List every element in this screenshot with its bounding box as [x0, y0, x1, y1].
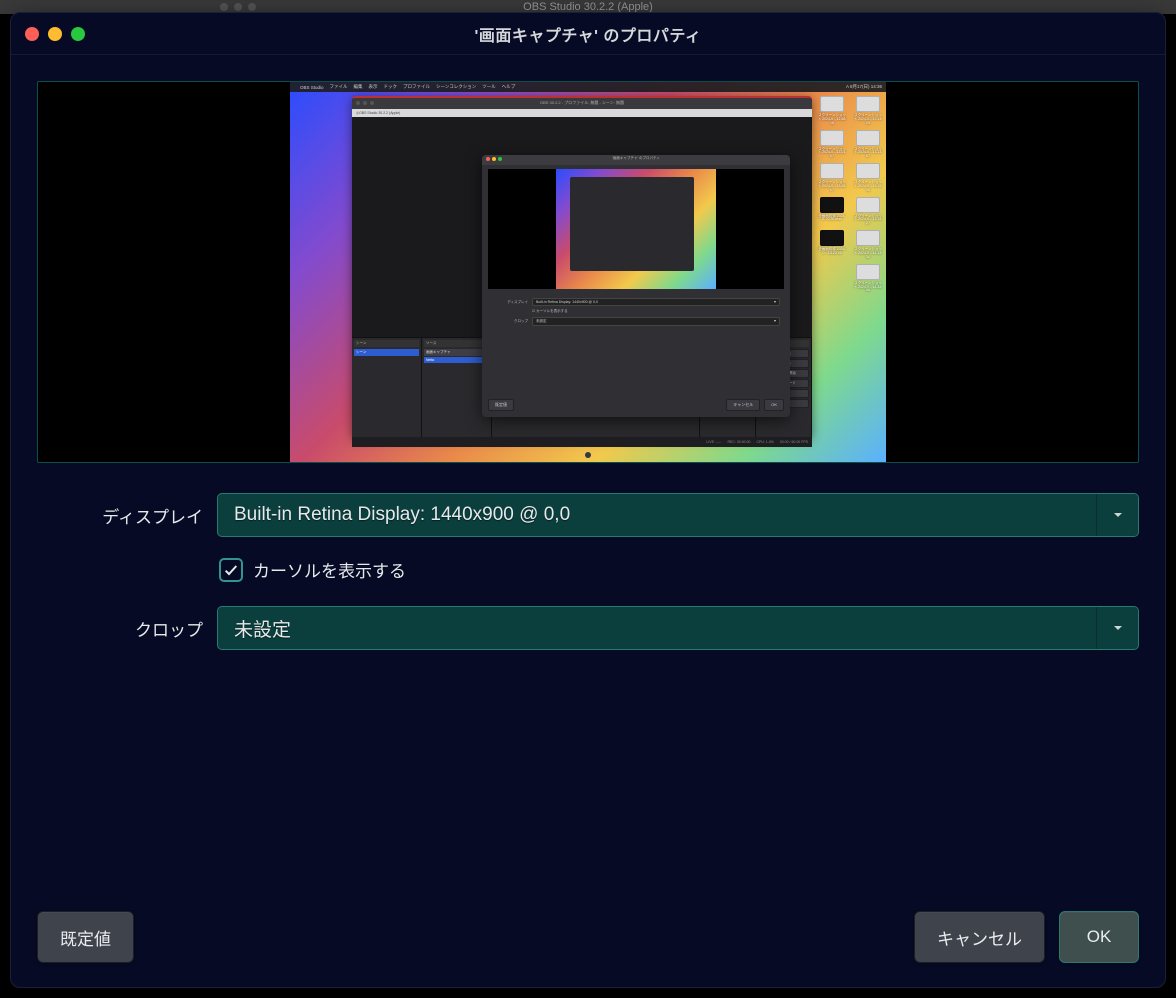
preview-nested-dialog: '画面キャプチャ' のプロパティ ディスプレイBuilt-in Retina D…	[482, 155, 790, 417]
crop-row: クロップ 未設定	[37, 606, 1139, 650]
properties-window: '画面キャプチャ' のプロパティ OBS Studio ファイル 編集 表示 ド…	[10, 12, 1166, 988]
crop-select[interactable]: 未設定	[217, 606, 1139, 650]
show-cursor-label: カーソルを表示する	[253, 557, 406, 582]
ok-button[interactable]: OK	[1059, 911, 1139, 963]
preview-menubar: OBS Studio ファイル 編集 表示 ドック プロファイル シーンコレクシ…	[290, 82, 886, 92]
preview-obs-window: OBS 30.2.2 - プロファイル: 無題 - シーン: 無題 ◎ OBS …	[352, 96, 812, 438]
cancel-button[interactable]: キャンセル	[914, 911, 1045, 963]
window-title: '画面キャプチャ' のプロパティ	[11, 22, 1165, 46]
dialog-footer: 既定値 キャンセル OK	[11, 901, 1165, 987]
defaults-button[interactable]: 既定値	[37, 911, 134, 963]
display-label: ディスプレイ	[37, 503, 205, 528]
crop-label: クロップ	[37, 616, 205, 641]
titlebar[interactable]: '画面キャプチャ' のプロパティ	[11, 13, 1165, 55]
display-select[interactable]: Built-in Retina Display: 1440x900 @ 0,0	[217, 493, 1139, 537]
source-preview: OBS Studio ファイル 編集 表示 ドック プロファイル シーンコレクシ…	[37, 81, 1139, 463]
preview-desktop-icons: スクリーンショット 2024-0…12.58.16 スクリーンショット 2024…	[807, 96, 883, 293]
show-cursor-row: カーソルを表示する	[219, 557, 1139, 582]
show-cursor-checkbox[interactable]	[219, 558, 243, 582]
chevron-down-icon[interactable]	[1096, 494, 1138, 536]
crop-select-value: 未設定	[218, 607, 1096, 649]
chevron-down-icon[interactable]	[1096, 607, 1138, 649]
display-row: ディスプレイ Built-in Retina Display: 1440x900…	[37, 493, 1139, 537]
preview-desktop: OBS Studio ファイル 編集 表示 ドック プロファイル シーンコレクシ…	[290, 82, 886, 462]
display-select-value: Built-in Retina Display: 1440x900 @ 0,0	[218, 494, 1096, 536]
check-icon	[223, 562, 239, 578]
preview-resize-handle-icon[interactable]	[585, 452, 591, 458]
